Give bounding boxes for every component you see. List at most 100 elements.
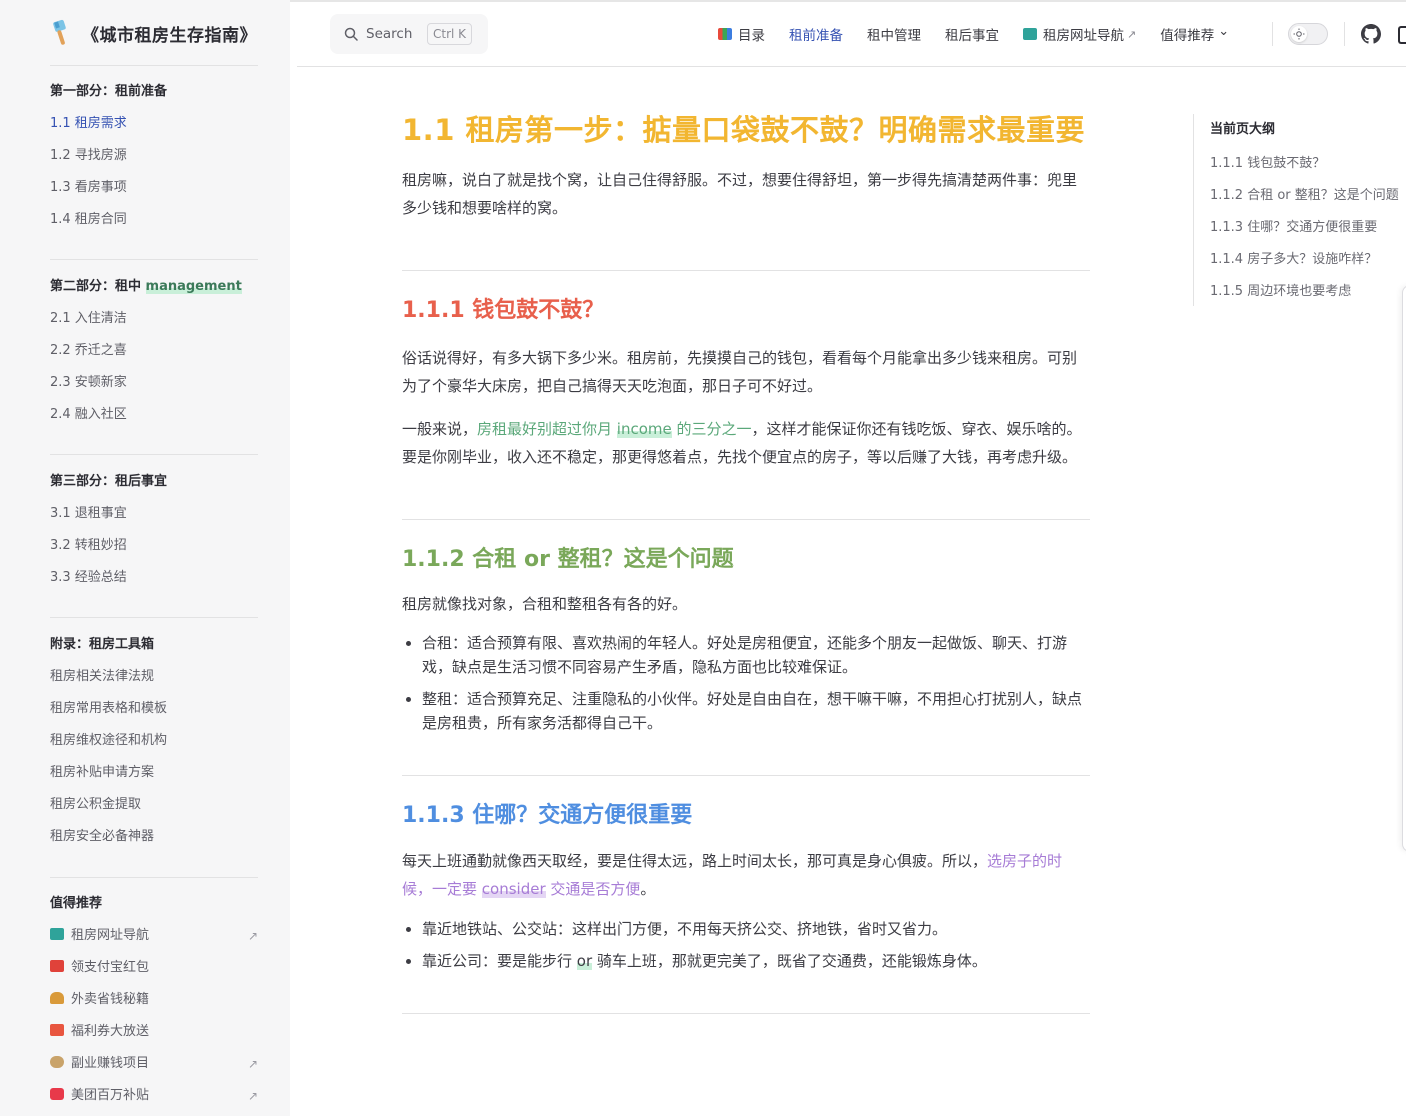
page-title: 1.1 租房第一步：掂量口袋鼓不鼓？明确需求最重要 <box>402 113 1085 147</box>
list: 合租：适合预算有限、喜欢热闹的年轻人。好处是房租便宜，还能多个朋友一起做饭、聊天… <box>402 631 1090 735</box>
sidebar-item-takeout[interactable]: 外卖省钱秘籍 <box>50 984 258 1016</box>
nav-label: 目录 <box>738 28 765 44</box>
outline-item-1[interactable]: 1.1.1 钱包鼓不鼓？ <box>1210 152 1325 171</box>
outline-item-4[interactable]: 1.1.4 房子多大？设施咋样？ <box>1210 248 1377 267</box>
sidebar-item-rights[interactable]: 租房维权途径和机构 <box>50 725 258 757</box>
outline-item-5[interactable]: 1.1.5 周边环境也要考虑 <box>1210 280 1351 299</box>
divider <box>402 270 1090 271</box>
text: 的三分之一 <box>671 420 752 438</box>
sidebar-item-2-4[interactable]: 2.4 融入社区 <box>50 399 258 431</box>
sidebar-heading: 第三部分：租后事宜 <box>50 474 168 489</box>
header-divider <box>297 66 1406 67</box>
nav-item-pre-rent[interactable]: 租前准备 <box>789 24 843 44</box>
divider <box>50 617 258 618</box>
github-icon[interactable] <box>1361 24 1381 44</box>
sidebar-heading-highlight: management <box>145 279 242 294</box>
text: 房租最好别超过你月 <box>477 420 617 438</box>
nav-item-recommend[interactable]: 值得推荐 ⌄ <box>1160 23 1230 45</box>
burger-icon <box>50 992 64 1004</box>
sidebar-item-side-job[interactable]: 副业赚钱项目 ↗ <box>50 1048 258 1080</box>
sidebar-item-1-3[interactable]: 1.3 看房事项 <box>50 172 258 204</box>
sidebar-item-3-1[interactable]: 3.1 退租事宜 <box>50 498 258 530</box>
sidebar-item-2-2[interactable]: 2.2 乔迁之喜 <box>50 335 258 367</box>
intro-paragraph: 租房嘛，说白了就是找个窝，让自己住得舒服。不过，想要住得舒坦，第一步得先搞清楚两… <box>402 171 1078 217</box>
side-panel-edge[interactable] <box>1402 285 1406 852</box>
text: 交通是否方便 <box>545 880 641 898</box>
external-link-icon: ↗ <box>247 1057 258 1071</box>
sidebar-item-safety[interactable]: 租房安全必备神器 <box>50 821 258 853</box>
nav-item-toc[interactable]: 目录 <box>718 24 765 44</box>
nav-item-during-rent[interactable]: 租中管理 <box>867 24 921 44</box>
sidebar-item-2-3[interactable]: 2.3 安顿新家 <box>50 367 258 399</box>
paragraph: 租房就像找对象，合租和整租各有各的好。 <box>402 595 688 613</box>
brush-logo-icon <box>53 19 66 45</box>
paragraph: 俗话说得好，有多大锅下多少米。租房前，先摸摸自己的钱包，看看每个月能拿出多少钱来… <box>402 349 1078 395</box>
divider <box>50 65 258 66</box>
sidebar-item-label: 领支付宝红包 <box>71 960 150 975</box>
page-outline: 当前页大纲 1.1.1 钱包鼓不鼓？ 1.1.2 合租 or 整租？这是个问题 … <box>1193 114 1406 306</box>
divider <box>402 775 1090 776</box>
nav-item-nav-sites[interactable]: 租房网址导航 ↗ <box>1023 24 1136 44</box>
money-bag-icon <box>50 1056 64 1068</box>
text: 靠近公司：要是能步行 <box>422 952 577 970</box>
sidebar-item-3-2[interactable]: 3.2 转租妙招 <box>50 530 258 562</box>
books-icon <box>718 28 732 40</box>
sidebar-item-templates[interactable]: 租房常用表格和模板 <box>50 693 258 725</box>
gift-icon <box>50 1024 64 1036</box>
divider <box>402 519 1090 520</box>
text: 一般来说， <box>402 420 478 438</box>
sidebar-heading: 第二部分：租中 management <box>50 271 258 303</box>
sidebar-item-alipay[interactable]: 领支付宝红包 <box>50 952 258 984</box>
sidebar-item-label: 租房网址导航 <box>71 928 150 943</box>
ticket-icon <box>50 1088 64 1100</box>
text: consider <box>481 880 546 898</box>
text: 骑车上班，那就更完美了，既省了交通费，还能锻炼身体。 <box>592 952 987 970</box>
list-item: 靠近公司：要是能步行 or 骑车上班，那就更完美了，既省了交通费，还能锻炼身体。 <box>422 949 1090 973</box>
search-button[interactable]: Search Ctrl K <box>330 14 488 54</box>
sidebar-item-coupons[interactable]: 福利券大放送 <box>50 1016 258 1048</box>
top-nav: 目录 租前准备 租中管理 租后事宜 租房网址导航 ↗ 值得推荐 ⌄ <box>718 22 1253 46</box>
sidebar-item-laws[interactable]: 租房相关法律法规 <box>50 661 258 693</box>
outline-item-3[interactable]: 1.1.3 住哪？交通方便很重要 <box>1210 216 1377 235</box>
sidebar-group-recommend: 值得推荐 租房网址导航 ↗ 领支付宝红包 外卖省钱秘籍 福利券大放送 副业赚钱项… <box>50 888 258 1112</box>
paragraph: 每天上班通勤就像西天取经，要是住得太远，路上时间太长，那可真是身心俱疲。所以，选… <box>402 847 1090 903</box>
sidebar-item-3-3[interactable]: 3.3 经验总结 <box>50 562 258 594</box>
sidebar-item-nav-sites[interactable]: 租房网址导航 ↗ <box>50 920 258 952</box>
highlight-text: 房租最好别超过你月 income 的三分之一 <box>477 420 752 438</box>
sidebar-group-post-rent: 第三部分：租后事宜 3.1 退租事宜 3.2 转租妙招 3.3 经验总结 <box>50 466 258 594</box>
sidebar-item-1-4[interactable]: 1.4 租房合同 <box>50 204 258 236</box>
sidebar-item-label: 外卖省钱秘籍 <box>71 992 150 1007</box>
sidebar-item-2-1[interactable]: 2.1 入住清洁 <box>50 303 258 335</box>
external-link-icon: ↗ <box>247 1089 258 1103</box>
sidebar-item-1-1[interactable]: 1.1 租房需求 <box>50 108 258 140</box>
sidebar-group-pre-rent: 第一部分：租前准备 1.1 租房需求 1.2 寻找房源 1.3 看房事项 1.4… <box>50 76 258 236</box>
nav-label: 值得推荐 <box>1160 28 1215 44</box>
divider <box>1272 22 1273 46</box>
more-icon[interactable] <box>1398 26 1406 44</box>
brand-link[interactable]: 《城市租房生存指南》 <box>50 18 257 48</box>
list-item: 合租：适合预算有限、喜欢热闹的年轻人。好处是房租便宜，还能多个朋友一起做饭、聊天… <box>422 631 1090 679</box>
sidebar-item-1-2[interactable]: 1.2 寻找房源 <box>50 140 258 172</box>
sidebar-item-meituan[interactable]: 美团百万补贴 ↗ <box>50 1080 258 1112</box>
divider <box>50 454 258 455</box>
sidebar-item-subsidy[interactable]: 租房补贴申请方案 <box>50 757 258 789</box>
heading-shared-or-whole: 1.1.2 合租 or 整租？这是个问题 <box>402 547 734 572</box>
outline-item-2[interactable]: 1.1.2 合租 or 整租？这是个问题 <box>1210 184 1399 203</box>
nav-item-post-rent[interactable]: 租后事宜 <box>945 24 999 44</box>
search-shortcut: Ctrl K <box>427 23 473 45</box>
text: 。 <box>640 880 656 898</box>
divider <box>50 259 258 260</box>
sidebar-item-fund[interactable]: 租房公积金提取 <box>50 789 258 821</box>
sidebar-item-label: 美团百万补贴 <box>71 1088 150 1103</box>
sun-icon <box>1291 26 1307 42</box>
theme-toggle[interactable] <box>1288 23 1328 45</box>
search-label: Search <box>366 26 413 42</box>
chevron-down-icon: ⌄ <box>1218 23 1230 39</box>
outline-heading: 当前页大纲 <box>1210 122 1276 137</box>
divider <box>1344 22 1345 46</box>
sidebar: 《城市租房生存指南》 第一部分：租前准备 1.1 租房需求 1.2 寻找房源 1… <box>0 0 290 1116</box>
sidebar-item-label: 福利券大放送 <box>71 1024 150 1039</box>
book-icon <box>50 928 64 940</box>
site-title: 《城市租房生存指南》 <box>82 25 257 46</box>
article: 1.1 租房第一步：掂量口袋鼓不鼓？明确需求最重要 租房嘛，说白了就是找个窝，让… <box>402 110 1090 1014</box>
